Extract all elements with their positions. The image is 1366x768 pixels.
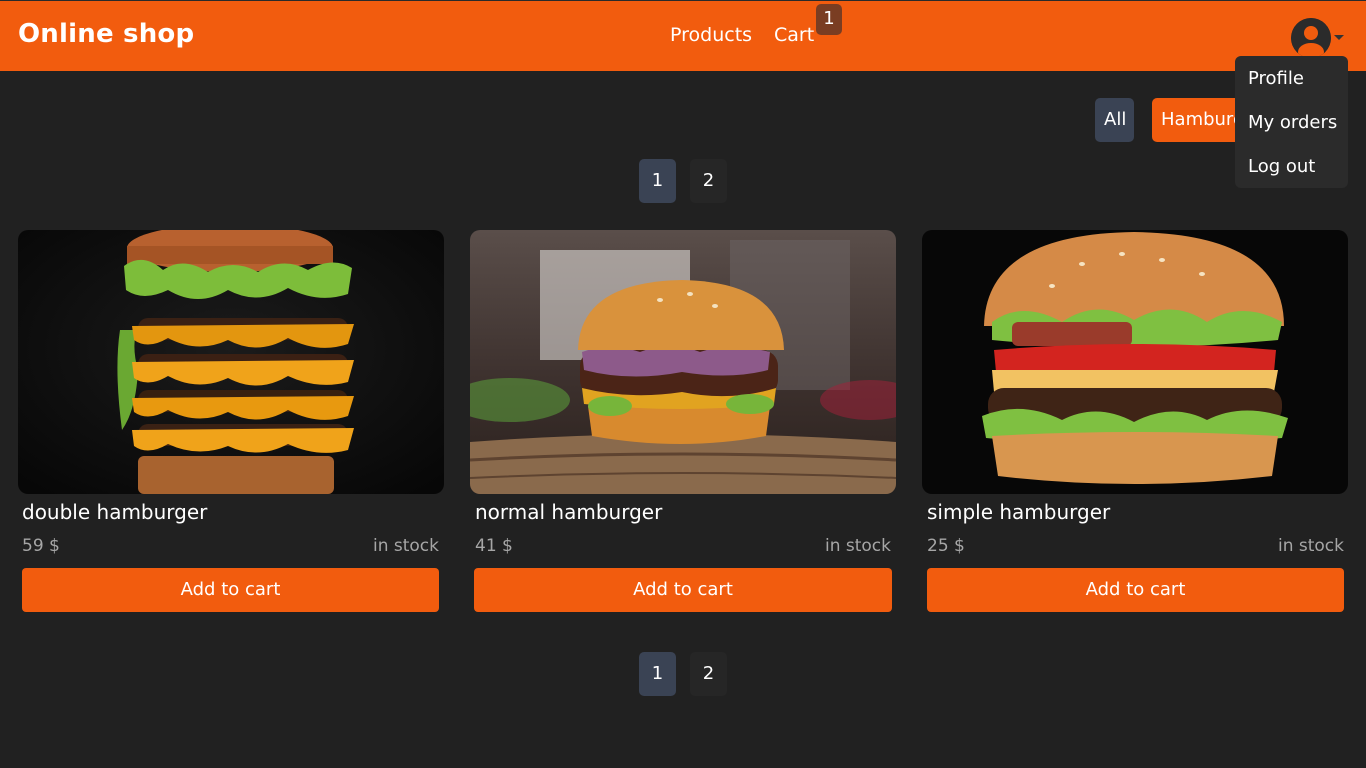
product-price: 59 $ xyxy=(22,536,60,556)
product-name[interactable]: double hamburger xyxy=(22,500,207,524)
product-image-normal-hamburger[interactable] xyxy=(470,230,896,494)
cart-count-badge: 1 xyxy=(816,4,842,35)
product-image-simple-hamburger[interactable] xyxy=(922,230,1348,494)
product-image-double-hamburger[interactable] xyxy=(18,230,444,494)
brand-logo[interactable]: Online shop xyxy=(18,19,194,49)
add-to-cart-button[interactable]: Add to cart xyxy=(927,568,1344,612)
nav-products-link[interactable]: Products xyxy=(670,24,752,46)
filter-all-button[interactable]: All xyxy=(1095,98,1134,142)
nav-cart-link[interactable]: Cart xyxy=(774,24,814,46)
menu-item-profile[interactable]: Profile xyxy=(1248,68,1304,89)
product-price: 41 $ xyxy=(475,536,513,556)
top-navbar: Online shop Products Cart 1 xyxy=(0,0,1366,71)
product-name[interactable]: normal hamburger xyxy=(475,500,662,524)
double-hamburger-photo xyxy=(18,230,444,494)
pagination-top-page-2[interactable]: 2 xyxy=(690,159,727,203)
product-name[interactable]: simple hamburger xyxy=(927,500,1110,524)
normal-hamburger-photo xyxy=(470,230,896,494)
product-price: 25 $ xyxy=(927,536,965,556)
product-stock-status: in stock xyxy=(1277,536,1344,556)
pagination-bottom-page-2[interactable]: 2 xyxy=(690,652,727,696)
pagination-bottom-page-1[interactable]: 1 xyxy=(639,652,676,696)
menu-item-log-out[interactable]: Log out xyxy=(1248,156,1315,177)
product-stock-status: in stock xyxy=(372,536,439,556)
user-avatar-graphic xyxy=(1291,18,1331,58)
pagination-top-page-1[interactable]: 1 xyxy=(639,159,676,203)
user-circle-icon[interactable] xyxy=(1291,18,1331,58)
chevron-down-icon[interactable] xyxy=(1334,35,1344,40)
add-to-cart-button[interactable]: Add to cart xyxy=(22,568,439,612)
simple-hamburger-photo xyxy=(922,230,1348,494)
user-dropdown-menu: Profile My orders Log out xyxy=(1235,56,1348,188)
add-to-cart-button[interactable]: Add to cart xyxy=(474,568,892,612)
product-stock-status: in stock xyxy=(824,536,891,556)
menu-item-my-orders[interactable]: My orders xyxy=(1248,112,1337,133)
